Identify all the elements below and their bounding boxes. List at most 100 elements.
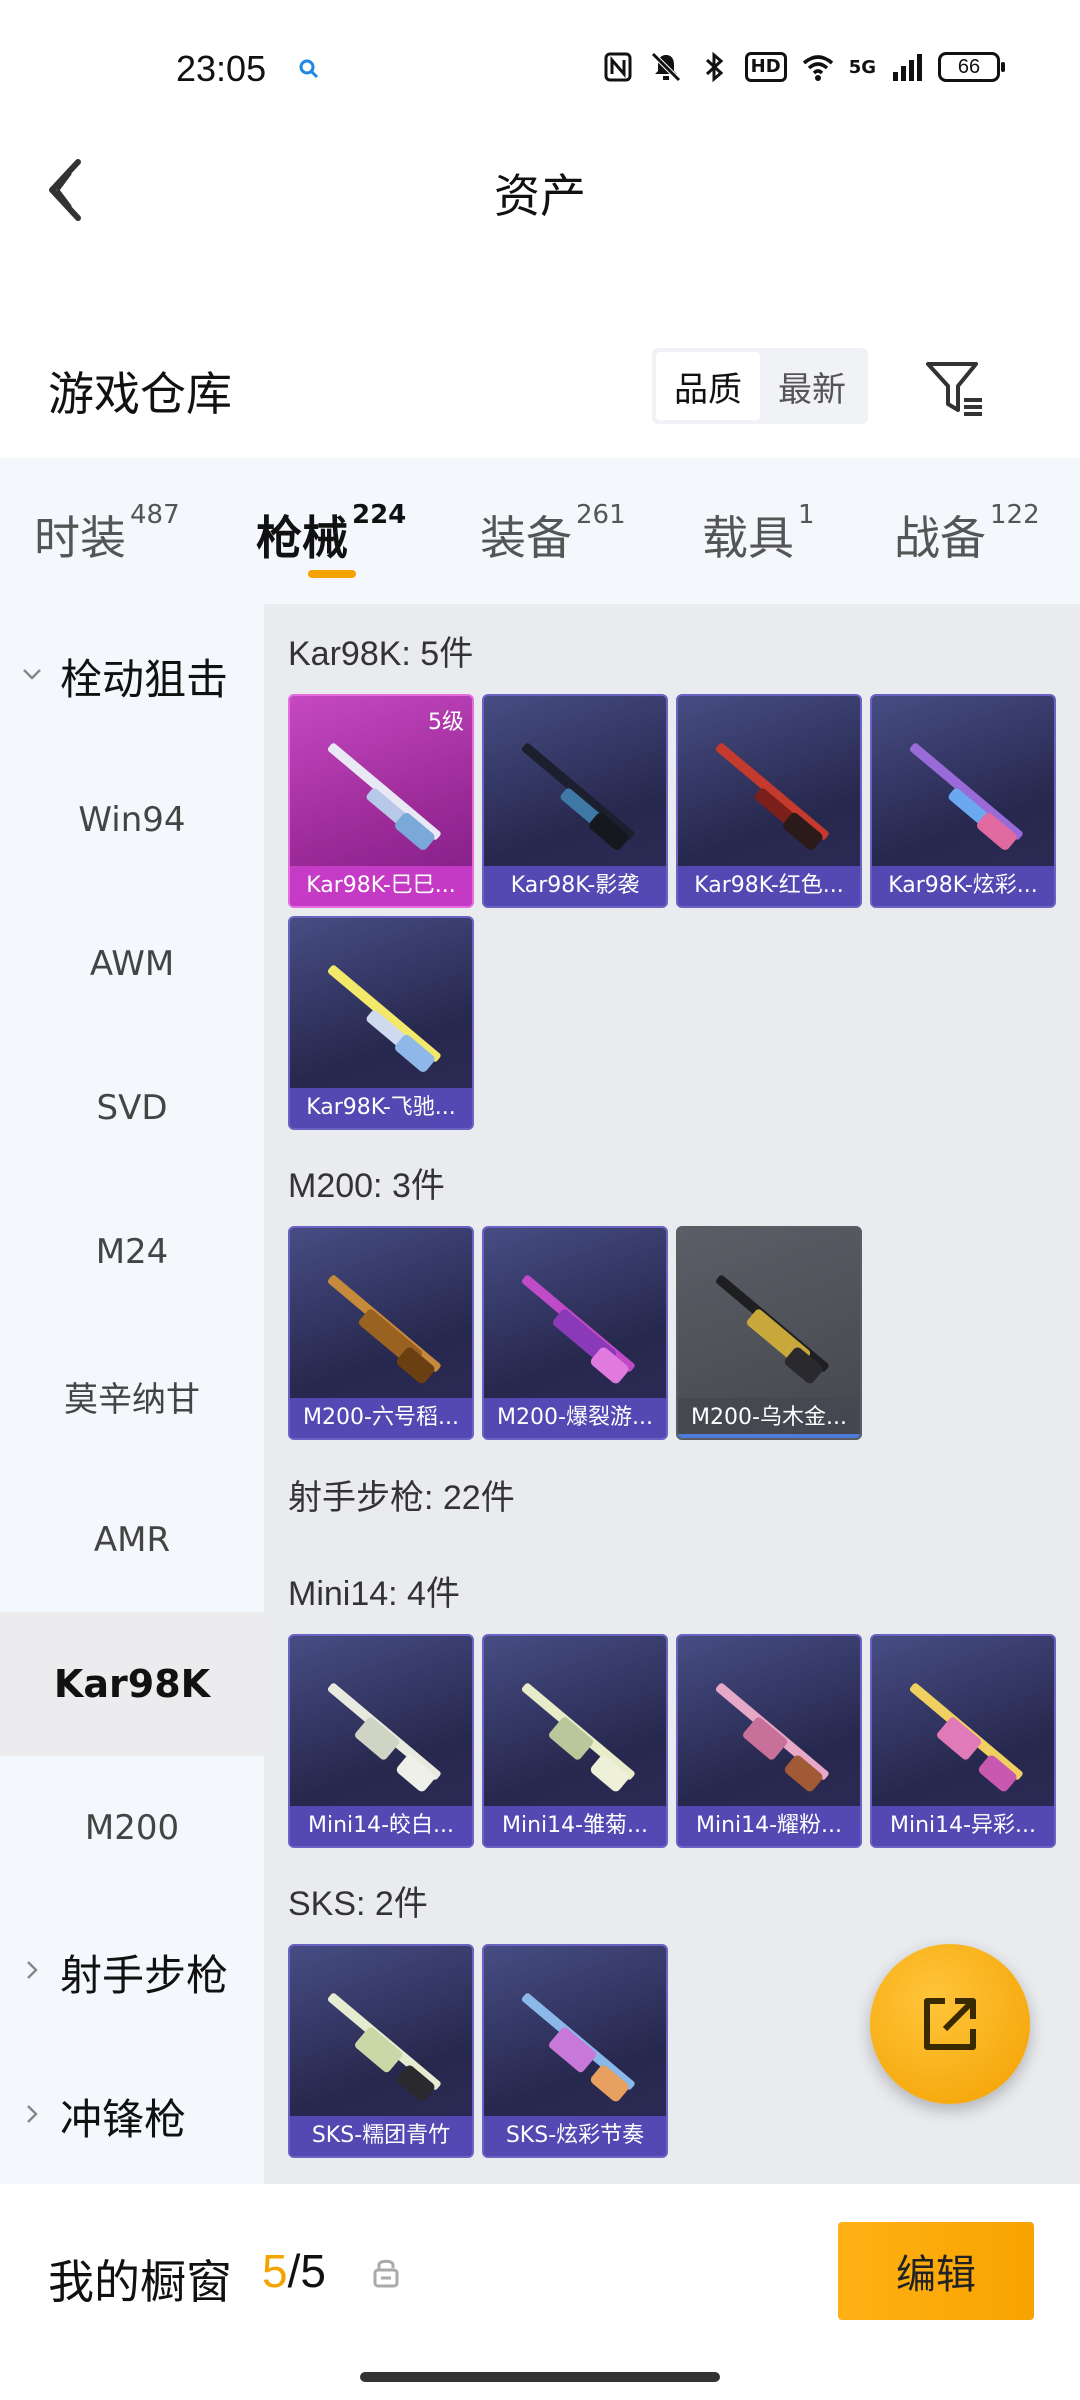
status-time: 23:05 bbox=[176, 48, 267, 89]
sidebar-item-amr[interactable]: AMR bbox=[0, 1468, 264, 1612]
weapon-name: Kar98K-飞驰... bbox=[290, 1088, 472, 1128]
lock-icon bbox=[373, 2259, 399, 2288]
weapon-card[interactable]: Mini14-皎白... bbox=[288, 1634, 474, 1848]
home-indicator[interactable] bbox=[360, 2372, 720, 2382]
tab-weapons[interactable]: 枪械 224 bbox=[256, 500, 406, 568]
weapon-card[interactable]: Mini14-异彩... bbox=[870, 1634, 1056, 1848]
weapon-name: M200-乌木金... bbox=[678, 1398, 860, 1438]
share-icon bbox=[924, 1998, 976, 2050]
sidebar-item-win94[interactable]: Win94 bbox=[0, 748, 264, 892]
weapon-type-sidebar: 栓动狙击 Win94 AWM SVD M24 莫辛纳甘 AMR Kar98K M… bbox=[0, 604, 264, 2184]
tab-label: 时装 bbox=[34, 511, 126, 565]
tab-equipment[interactable]: 装备 261 bbox=[480, 500, 626, 568]
battery-icon: 66 bbox=[938, 52, 1005, 82]
weapon-name: M200-六号稻... bbox=[290, 1398, 472, 1438]
warehouse-title: 游戏仓库 bbox=[48, 367, 232, 421]
weapon-card[interactable]: M200-乌木金... bbox=[676, 1226, 862, 1440]
showcase-label: 我的橱窗 bbox=[48, 2255, 232, 2309]
rifle-icon bbox=[715, 1275, 829, 1384]
tab-vehicles[interactable]: 载具 1 bbox=[702, 500, 815, 568]
sidebar-item-m200[interactable]: M200 bbox=[0, 1756, 264, 1900]
weapon-name: M200-爆裂游... bbox=[484, 1398, 666, 1438]
filter-icon[interactable] bbox=[920, 354, 990, 424]
bluetooth-icon bbox=[705, 51, 723, 83]
category-tabs: 时装 487 枪械 224 装备 261 载具 1 战备 122 bbox=[0, 458, 1080, 604]
tab-count: 122 bbox=[990, 500, 1040, 530]
sidebar-item-label: 莫辛纳甘 bbox=[64, 1379, 200, 1420]
hd-icon: HD bbox=[744, 52, 787, 82]
network-type: 5G bbox=[848, 56, 876, 78]
sidebar-item-label: AWM bbox=[89, 944, 175, 984]
rifle-icon bbox=[327, 1683, 441, 1792]
weapon-card[interactable]: 5级 Kar98K-巳巳... bbox=[288, 694, 474, 908]
rifle-icon bbox=[715, 1683, 829, 1792]
sidebar-item-label: 射手步枪 bbox=[60, 1950, 229, 2000]
share-button[interactable] bbox=[870, 1944, 1030, 2104]
weapon-name: Kar98K-影袭 bbox=[484, 866, 666, 906]
weapon-name: SKS-糯团青竹 bbox=[290, 2116, 472, 2156]
sidebar-group-marksman[interactable]: 射手步枪 bbox=[0, 1900, 264, 2044]
mute-icon bbox=[650, 52, 681, 82]
sidebar-item-label: M24 bbox=[95, 1232, 169, 1272]
sidebar-item-kar98k[interactable]: Kar98K bbox=[0, 1612, 264, 1756]
showcase-bar: 我的橱窗 5/5 编辑 bbox=[0, 2184, 1080, 2400]
sidebar-item-awm[interactable]: AWM bbox=[0, 892, 264, 1036]
weapon-card[interactable]: SKS-炫彩节奏 bbox=[482, 1944, 668, 2158]
signal-icon bbox=[893, 54, 922, 81]
weapon-card[interactable]: M200-六号稻... bbox=[288, 1226, 474, 1440]
rifle-icon bbox=[521, 1275, 635, 1384]
sidebar-item-label: M200 bbox=[84, 1808, 180, 1848]
rifle-icon bbox=[521, 1993, 635, 2102]
rifle-icon bbox=[327, 965, 441, 1072]
rifle-icon bbox=[909, 743, 1023, 850]
active-tab-indicator bbox=[308, 570, 356, 578]
weapon-name: Mini14-皎白... bbox=[290, 1806, 472, 1846]
sidebar-item-m24[interactable]: M24 bbox=[0, 1180, 264, 1324]
rifle-icon bbox=[715, 743, 829, 850]
weapon-card[interactable]: Kar98K-飞驰... bbox=[288, 916, 474, 1130]
weapon-card[interactable]: Mini14-耀粉... bbox=[676, 1634, 862, 1848]
sidebar-group-smg[interactable]: 冲锋枪 bbox=[0, 2044, 264, 2188]
chevron-right-icon bbox=[27, 1961, 38, 1979]
weapon-card[interactable]: Kar98K-红色... bbox=[676, 694, 862, 908]
search-icon bbox=[299, 59, 319, 79]
weapon-name: Mini14-雏菊... bbox=[484, 1806, 666, 1846]
showcase-total: 5 bbox=[300, 2245, 326, 2297]
sidebar-item-label: Kar98K bbox=[53, 1662, 211, 1706]
weapon-card[interactable]: Mini14-雏菊... bbox=[482, 1634, 668, 1848]
sidebar-item-label: 栓动狙击 bbox=[60, 654, 229, 704]
tab-label: 载具 bbox=[702, 511, 794, 565]
status-bar: 23:05 HD 5G 66 bbox=[0, 0, 1080, 140]
weapon-card[interactable]: Kar98K-炫彩... bbox=[870, 694, 1056, 908]
weapon-card[interactable]: M200-爆裂游... bbox=[482, 1226, 668, 1440]
tab-tactical[interactable]: 战备 122 bbox=[894, 500, 1040, 568]
weapon-card[interactable]: Kar98K-影袭 bbox=[482, 694, 668, 908]
sidebar-item-svd[interactable]: SVD bbox=[0, 1036, 264, 1180]
weapon-card[interactable]: SKS-糯团青竹 bbox=[288, 1944, 474, 2158]
sidebar-group-bolt-action[interactable]: 栓动狙击 bbox=[0, 604, 264, 748]
chevron-right-icon bbox=[27, 2105, 38, 2123]
group-title-kar98k: Kar98K: 5件 bbox=[288, 635, 474, 673]
tab-label: 装备 bbox=[480, 511, 572, 565]
sidebar-item-mosin[interactable]: 莫辛纳甘 bbox=[0, 1324, 264, 1468]
group-title-mini14: Mini14: 4件 bbox=[288, 1575, 460, 1613]
weapon-name: Kar98K-炫彩... bbox=[872, 866, 1054, 906]
sidebar-item-label: Win94 bbox=[78, 800, 186, 840]
nfc-icon bbox=[604, 52, 632, 82]
showcase-separator: / bbox=[287, 2245, 301, 2297]
rifle-icon bbox=[521, 1683, 635, 1792]
wifi-icon bbox=[802, 55, 833, 81]
sidebar-item-label: 冲锋枪 bbox=[60, 2094, 187, 2144]
sort-quality-button[interactable]: 品质 bbox=[656, 352, 760, 420]
tab-count: 1 bbox=[798, 500, 815, 530]
sort-latest-button[interactable]: 最新 bbox=[760, 352, 864, 420]
chevron-down-icon bbox=[23, 669, 41, 680]
rifle-icon bbox=[521, 743, 635, 850]
sidebar-item-label: AMR bbox=[93, 1520, 171, 1560]
group-title-m200: M200: 3件 bbox=[288, 1167, 445, 1205]
edit-button[interactable]: 编辑 bbox=[838, 2222, 1034, 2320]
rifle-icon bbox=[327, 1275, 441, 1384]
tab-fashion[interactable]: 时装 487 bbox=[34, 500, 180, 568]
showcase-count: 5/5 bbox=[262, 2244, 326, 2298]
tab-label: 枪械 bbox=[256, 511, 348, 565]
